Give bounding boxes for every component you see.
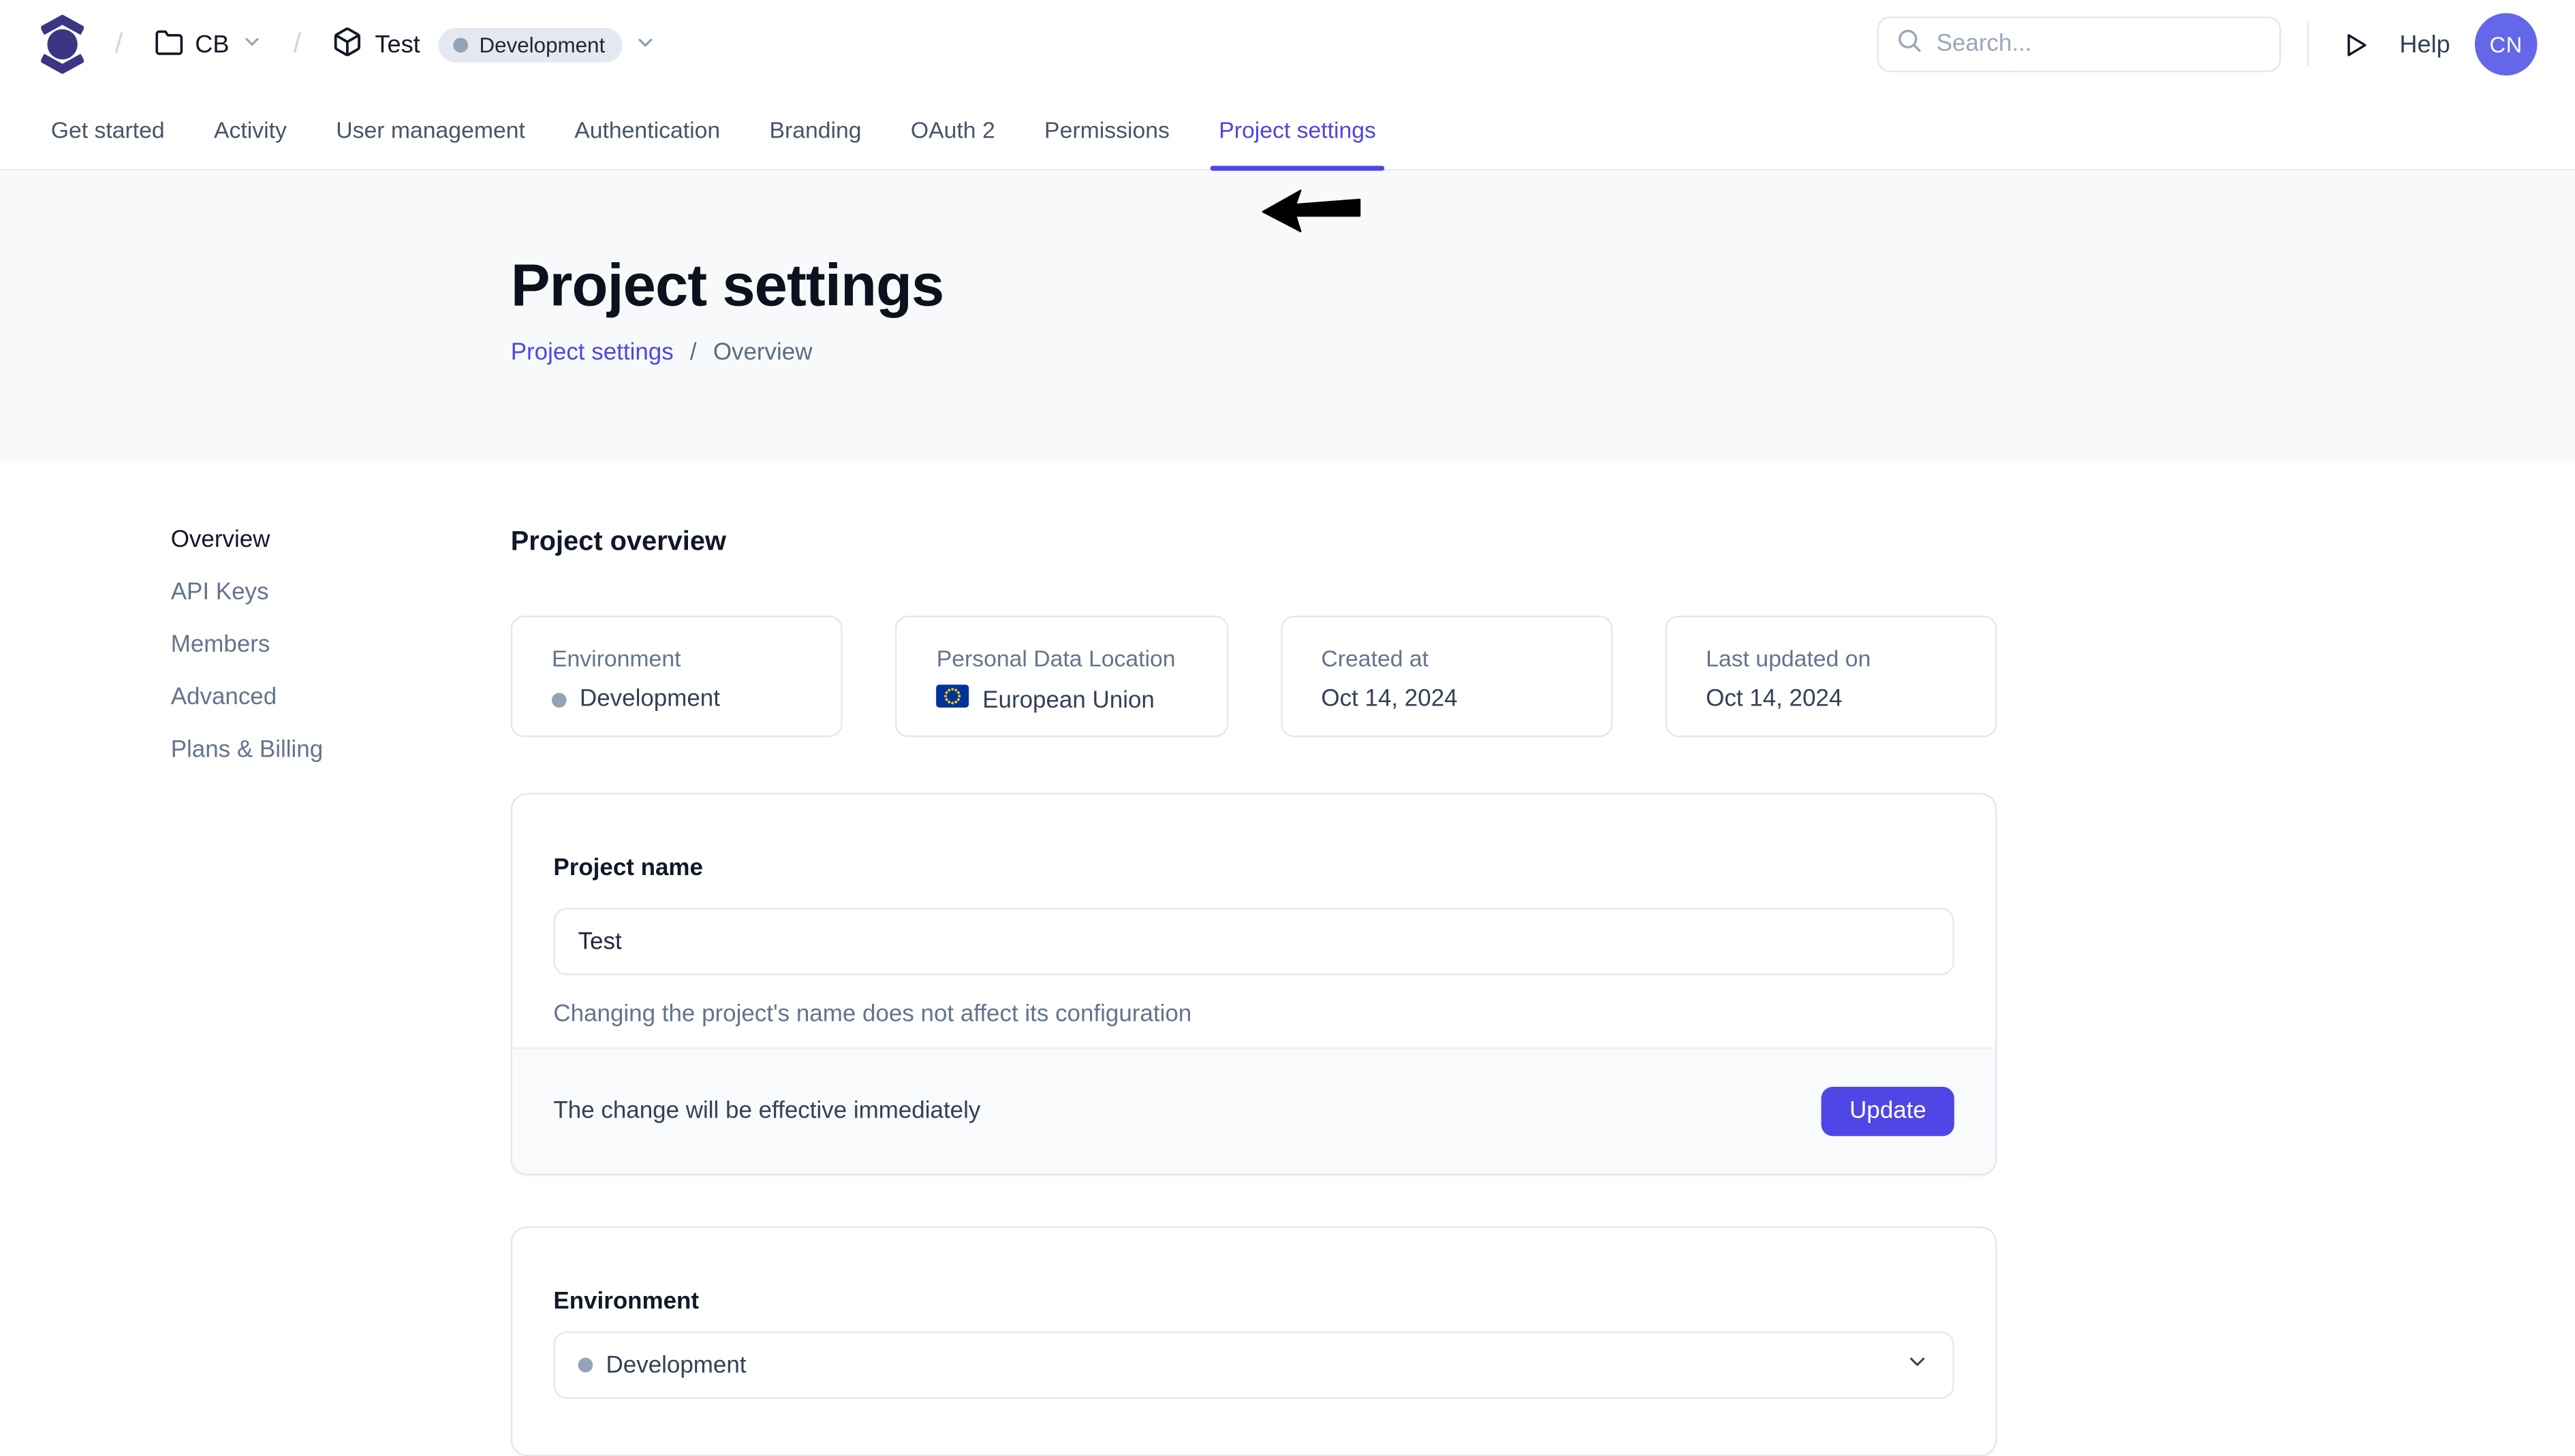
header-divider <box>2307 23 2309 66</box>
sidebar-item-api-keys[interactable]: API Keys <box>171 576 511 609</box>
search-box <box>1877 16 2281 72</box>
breadcrumb-separator: / <box>115 28 123 61</box>
tab-user-management[interactable]: User management <box>328 89 533 169</box>
app-window: / CB / Test De <box>0 0 2575 1348</box>
page-title: Project settings <box>511 249 2575 320</box>
tab-authentication[interactable]: Authentication <box>566 89 728 169</box>
eu-flag-icon <box>937 684 969 717</box>
folder-icon <box>154 27 183 62</box>
info-card-label: Environment <box>552 644 802 673</box>
top-bar: / CB / Test De <box>0 0 2575 89</box>
chevron-down-icon <box>1905 1348 1929 1381</box>
info-card-created-at: Created at Oct 14, 2024 <box>1280 616 1612 737</box>
section-title: Project overview <box>511 524 1997 560</box>
tab-project-settings[interactable]: Project settings <box>1211 89 1384 169</box>
environment-badge: Development <box>438 27 623 62</box>
breadcrumb-project-settings-link[interactable]: Project settings <box>511 340 674 366</box>
org-name: CB <box>195 31 229 59</box>
breadcrumb-current: Overview <box>713 340 813 366</box>
info-card-environment: Environment Development <box>511 616 843 737</box>
main-nav-tabs: Get started Activity User management Aut… <box>0 89 2575 171</box>
search-input[interactable] <box>1937 31 2264 58</box>
project-name-label: Project name <box>553 854 1954 883</box>
project-breadcrumb[interactable]: Test Development <box>332 27 658 63</box>
info-cards-row: Environment Development Personal Data Lo… <box>511 616 1997 737</box>
footer-note: The change will be effective immediately <box>553 1098 980 1125</box>
project-name-input[interactable] <box>553 908 1954 975</box>
info-card-value: Oct 14, 2024 <box>1321 684 1457 716</box>
chevron-down-icon <box>635 31 658 59</box>
project-name-panel-footer: The change will be effective immediately… <box>512 1047 1995 1174</box>
status-dot-icon <box>453 37 468 52</box>
sidebar-item-plans-billing[interactable]: Plans & Billing <box>171 734 511 767</box>
tab-oauth2[interactable]: OAuth 2 <box>903 89 1003 169</box>
status-dot-icon <box>578 1358 593 1373</box>
page-header: Project settings Project settings / Over… <box>0 171 2575 462</box>
sidebar-item-overview[interactable]: Overview <box>171 524 511 556</box>
breadcrumb: Project settings / Overview <box>511 340 2575 366</box>
environment-badge-label: Development <box>480 32 606 57</box>
corbado-logo-icon[interactable] <box>41 15 84 74</box>
settings-sidebar: Overview API Keys Members Advanced Plans… <box>171 461 511 1456</box>
tab-get-started[interactable]: Get started <box>43 89 173 169</box>
package-icon <box>332 27 364 63</box>
project-name-crumb: Test <box>375 31 420 59</box>
project-name-panel: Project name Changing the project's name… <box>511 793 1997 1175</box>
environment-select-value: Development <box>606 1352 747 1378</box>
tab-permissions[interactable]: Permissions <box>1036 89 1178 169</box>
info-card-data-location: Personal Data Location <box>895 616 1228 737</box>
info-card-label: Last updated on <box>1706 644 1956 673</box>
environment-panel: Environment Development <box>511 1226 1997 1456</box>
org-breadcrumb[interactable]: CB <box>154 27 262 62</box>
breadcrumb-separator: / <box>690 340 697 366</box>
tab-branding[interactable]: Branding <box>761 89 869 169</box>
tab-activity[interactable]: Activity <box>206 89 295 169</box>
project-name-helper: Changing the project's name does not aff… <box>553 998 1954 1031</box>
info-card-label: Personal Data Location <box>937 644 1187 673</box>
sidebar-item-advanced[interactable]: Advanced <box>171 681 511 714</box>
info-card-value: Oct 14, 2024 <box>1706 684 1842 716</box>
chevron-down-icon <box>240 31 262 58</box>
help-link[interactable]: Help <box>2399 31 2450 59</box>
run-icon[interactable] <box>2335 25 2375 64</box>
environment-select[interactable]: Development <box>553 1331 1954 1399</box>
status-dot-icon <box>552 693 567 708</box>
update-button[interactable]: Update <box>1822 1087 1954 1136</box>
info-card-value: Development <box>580 684 720 716</box>
avatar[interactable]: CN <box>2475 13 2538 76</box>
settings-main: Project overview Environment Development… <box>511 461 1997 1456</box>
content-area: Overview API Keys Members Advanced Plans… <box>0 461 2575 1456</box>
sidebar-item-members[interactable]: Members <box>171 629 511 661</box>
info-card-label: Created at <box>1321 644 1571 673</box>
search-icon <box>1895 27 1923 63</box>
info-card-value: European Union <box>982 685 1155 716</box>
environment-label: Environment <box>553 1287 1954 1316</box>
info-card-last-updated: Last updated on Oct 14, 2024 <box>1665 616 1997 737</box>
breadcrumb-separator: / <box>294 28 301 61</box>
